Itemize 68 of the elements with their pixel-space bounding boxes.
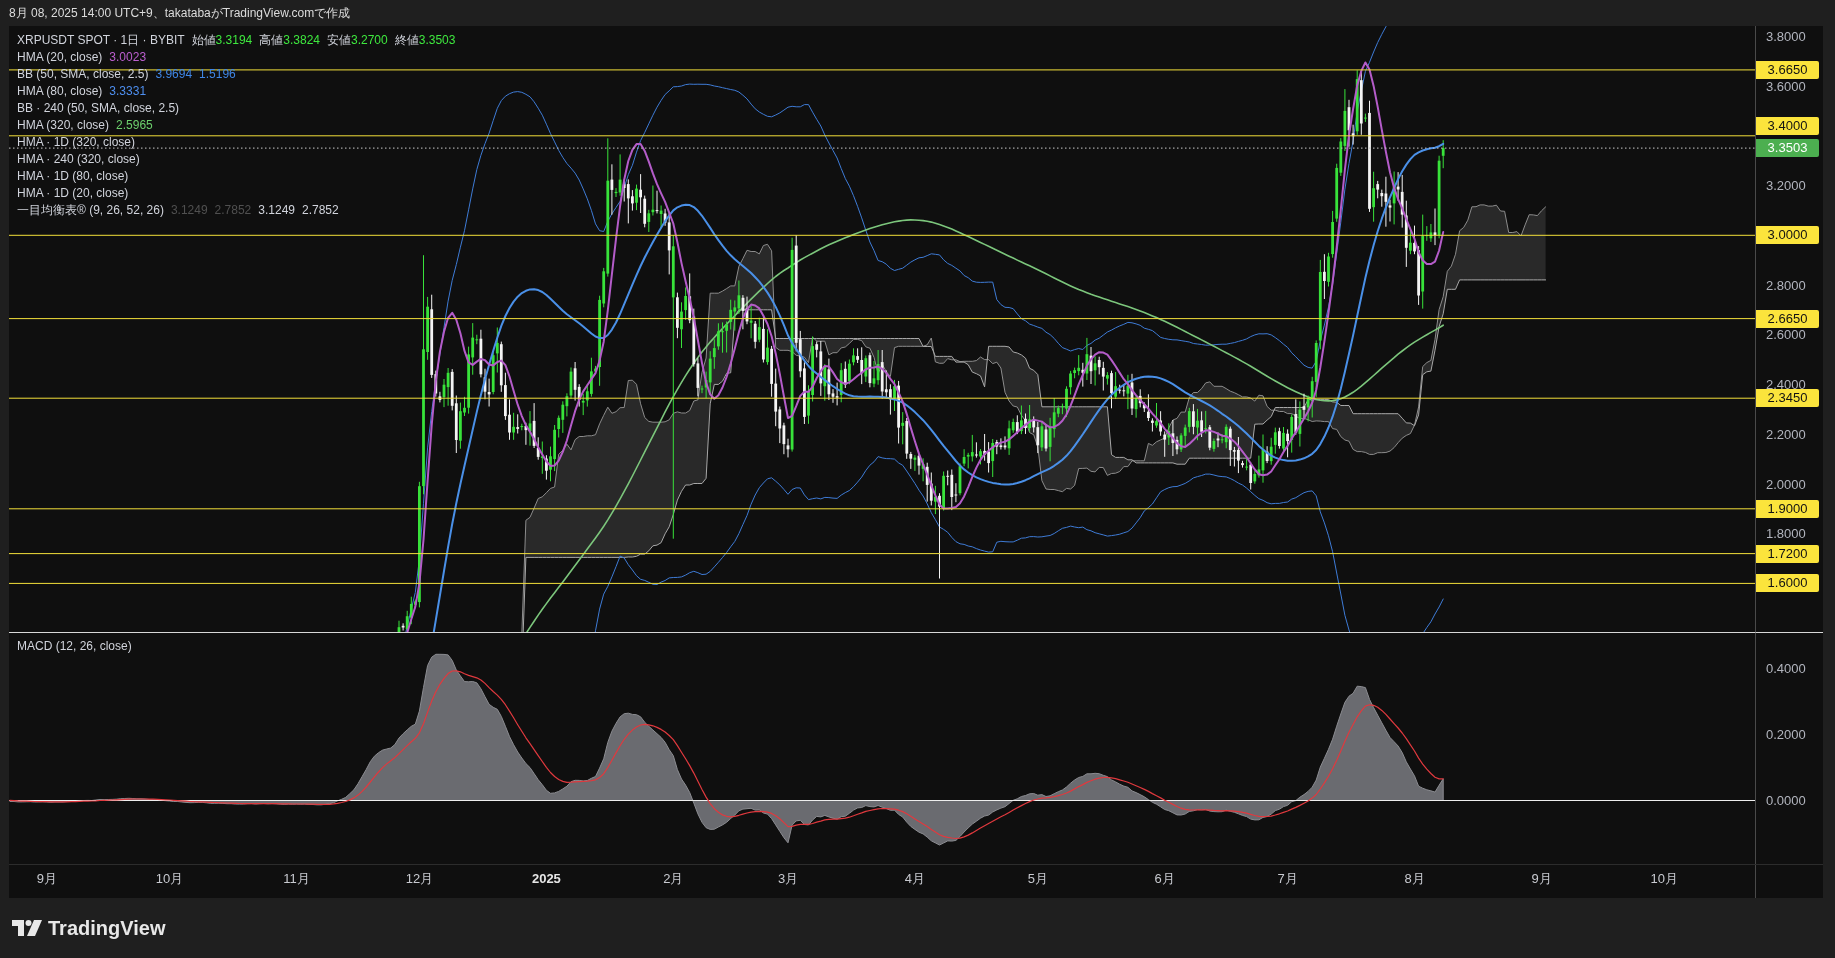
ohlc-label: 高値 — [259, 32, 284, 49]
time-axis-label: 11月 — [283, 871, 310, 886]
time-axis-label: 2月 — [663, 871, 684, 886]
time-axis-label: 3月 — [777, 871, 799, 886]
time-axis-label: 10月 — [155, 871, 184, 886]
indicator-name: HMA (20, close) — [17, 49, 103, 66]
price-axis-label: 2.2000 — [1766, 427, 1806, 441]
indicator-value: 3.9694 — [155, 66, 193, 83]
indicator-name: BB · 240 (50, SMA, close, 2.5) — [17, 100, 180, 117]
indicator-value: 3.0023 — [109, 49, 147, 66]
price-level-label: 3.0000 — [1756, 226, 1819, 245]
indicator-name: MACD (12, 26, close) — [17, 639, 132, 653]
price-axis-label: 2.4000 — [1766, 378, 1806, 391]
indicator-value: 2.7852 — [214, 202, 252, 219]
macd-axis-label: 0.4000 — [1766, 661, 1806, 675]
ohlc-label: 終値 — [394, 32, 419, 49]
price-level-label: 1.6000 — [1756, 574, 1819, 593]
macd-axis-label: 0.0000 — [1766, 794, 1806, 807]
time-axis-label: 10月 — [1650, 871, 1679, 886]
ohlc-label: 安値 — [327, 32, 351, 49]
ohlc-value: 3.3194 — [215, 32, 253, 49]
indicator-name: 一目均衡表® (9, 26, 52, 26) — [17, 202, 164, 219]
macd-axis-label: 0.2000 — [1766, 727, 1806, 741]
ohlc-value: 3.3503 — [418, 32, 456, 49]
price-axis-label: 2.6000 — [1766, 328, 1806, 342]
indicator-name: HMA · 240 (320, close) — [17, 151, 140, 168]
price-level-label: 1.9000 — [1756, 499, 1819, 518]
time-axis-label: 2025 — [531, 871, 561, 886]
time-axis-label: 8月 — [1404, 871, 1425, 886]
price-axis-label: 2.0000 — [1766, 477, 1806, 491]
indicator-name: HMA (320, close) — [17, 117, 110, 134]
indicator-value: 3.1249 — [170, 202, 208, 219]
price-axis-label: 2.8000 — [1766, 278, 1806, 292]
time-axis-label: 9月 — [36, 871, 57, 886]
indicator-value: 1.5196 — [199, 66, 236, 83]
time-axis-label: 4月 — [904, 871, 925, 886]
last-price-label: 3.3503 — [1756, 139, 1819, 158]
price-level-label: 3.6650 — [1756, 60, 1819, 79]
price-axis-label: 3.6000 — [1766, 79, 1806, 93]
symbol-title: XRPUSDT SPOT · 1日 · BYBIT — [17, 32, 185, 49]
price-level-label: 3.4000 — [1756, 117, 1819, 136]
ohlc-value: 3.3824 — [283, 32, 320, 49]
logo-icon — [12, 920, 42, 936]
price-level-label: 2.6650 — [1756, 309, 1819, 328]
indicator-value: 3.1249 — [258, 202, 295, 219]
indicator-name: HMA · 1D (80, close) — [17, 168, 129, 185]
indicator-value: 3.3331 — [109, 83, 147, 100]
price-axis-label: 3.2000 — [1766, 179, 1806, 192]
price-axis-label: 1.8000 — [1766, 527, 1806, 541]
indicator-name: HMA · 1D (20, close) — [17, 185, 129, 202]
snapshot-caption: 8月 08, 2025 14:00 UTC+9、takatabaがTradingView.comで作成 — [9, 6, 351, 20]
lower-bollinger-band-line — [1423, 598, 1444, 632]
time-axis-label: 7月 — [1277, 871, 1298, 886]
time-axis-label: 6月 — [1154, 871, 1175, 886]
ohlc-value: 3.2700 — [351, 32, 388, 49]
indicator-value: 2.7852 — [302, 202, 339, 219]
indicator-name: HMA · 1D (320, close) — [17, 134, 136, 151]
time-axis-label: 5月 — [1027, 871, 1048, 886]
price-level-label: 1.7200 — [1756, 544, 1819, 563]
indicator-name: BB (50, SMA, close, 2.5) — [17, 66, 149, 83]
brand-name: TradingView — [48, 917, 166, 939]
indicator-value: 2.5965 — [116, 117, 153, 134]
price-axis-label: 3.8000 — [1766, 29, 1806, 43]
indicator-name: HMA (80, close) — [17, 83, 103, 100]
ohlc-label: 始値 — [191, 32, 216, 49]
time-axis-label: 9月 — [1531, 871, 1552, 886]
time-axis-label: 12月 — [405, 871, 434, 886]
price-level-label: 2.3450 — [1756, 389, 1819, 408]
